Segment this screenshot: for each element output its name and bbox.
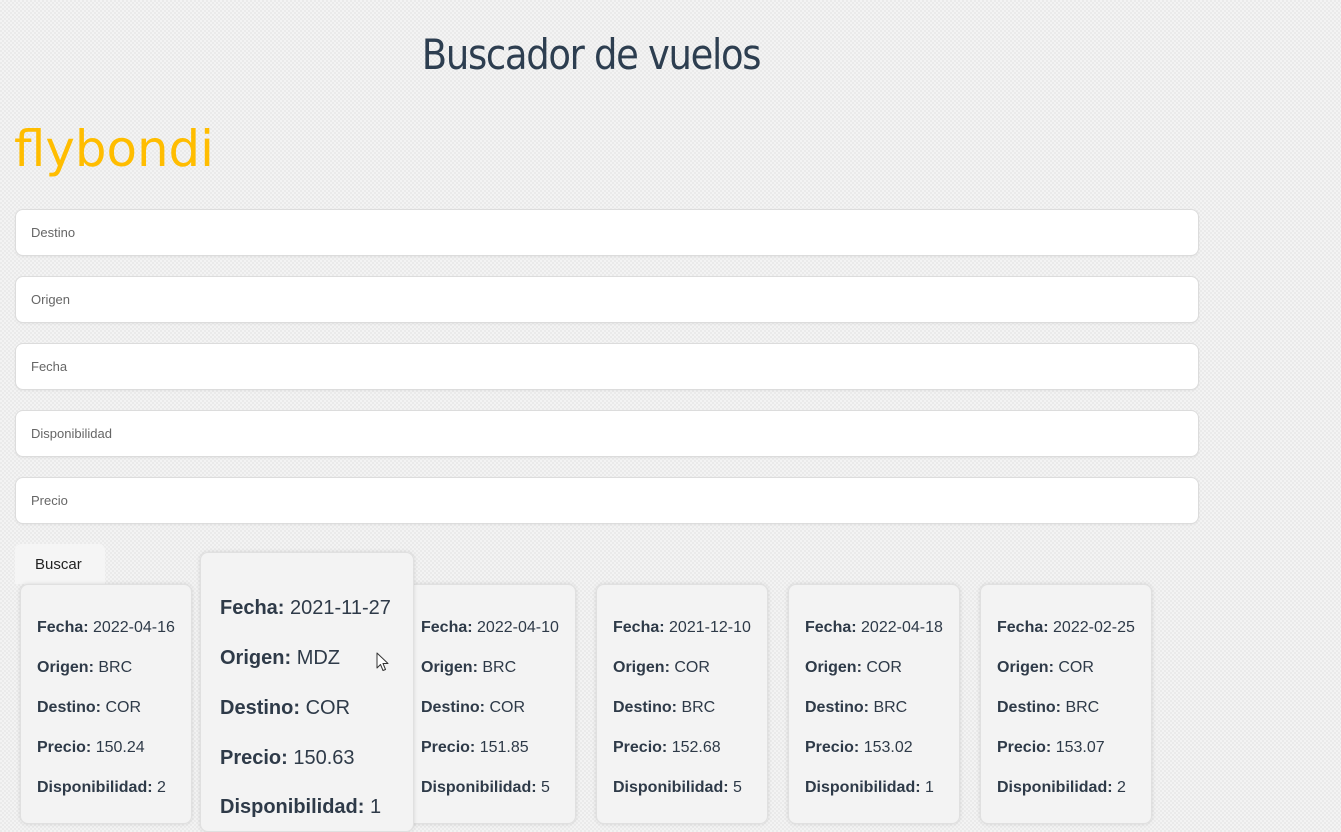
flight-card[interactable]: Fecha: 2022-04-18 Origen: COR Destino: B… [788, 584, 960, 824]
destino-label: Destino: [421, 699, 485, 716]
destino-label: Destino: [997, 699, 1061, 716]
destino-label: Destino: [805, 699, 869, 716]
origen-label: Origen: [220, 647, 292, 669]
precio-value: 150.63 [293, 747, 355, 769]
precio-label: Precio: [613, 739, 668, 756]
origen-label: Origen: [421, 659, 478, 676]
search-form [15, 209, 1199, 544]
fecha-value: 2021-12-10 [669, 619, 751, 636]
destino-value: COR [305, 697, 351, 719]
flight-card[interactable]: Fecha: 2021-12-10 Origen: COR Destino: B… [596, 584, 768, 824]
disponibilidad-label: Disponibilidad: [220, 796, 365, 818]
disponibilidad-value: 1 [370, 796, 382, 818]
destino-value: COR [105, 699, 142, 716]
disponibilidad-label: Disponibilidad: [997, 779, 1113, 796]
disponibilidad-value: 2 [1117, 779, 1126, 796]
origen-input[interactable] [15, 276, 1199, 323]
destino-label: Destino: [220, 697, 300, 719]
logo-text: flybondi [14, 120, 214, 178]
origen-value: BRC [482, 659, 517, 676]
precio-value: 153.02 [863, 739, 913, 756]
disponibilidad-value: 5 [541, 779, 550, 796]
origen-value: MDZ [296, 647, 341, 669]
destino-value: COR [489, 699, 526, 716]
precio-label: Precio: [805, 739, 860, 756]
destino-value: BRC [1065, 699, 1100, 716]
precio-value: 151.85 [479, 739, 529, 756]
fecha-label: Fecha: [37, 619, 89, 636]
flybondi-logo: flybondi [14, 120, 214, 178]
disponibilidad-value: 5 [733, 779, 742, 796]
origen-label: Origen: [997, 659, 1054, 676]
fecha-value: 2022-04-10 [477, 619, 559, 636]
fecha-label: Fecha: [997, 619, 1049, 636]
fecha-input[interactable] [15, 343, 1199, 390]
flight-card[interactable]: Fecha: 2022-04-16 Origen: BRC Destino: C… [20, 584, 192, 824]
destino-value: BRC [873, 699, 908, 716]
fecha-value: 2022-04-16 [93, 619, 175, 636]
destino-label: Destino: [613, 699, 677, 716]
origen-value: COR [674, 659, 710, 676]
disponibilidad-label: Disponibilidad: [37, 779, 153, 796]
destino-label: Destino: [37, 699, 101, 716]
search-button[interactable]: Buscar [15, 544, 105, 584]
precio-label: Precio: [37, 739, 92, 756]
fecha-label: Fecha: [421, 619, 473, 636]
flight-card-expanded[interactable]: Fecha: 2021-11-27 Origen: MDZ Destino: C… [200, 552, 414, 832]
precio-value: 150.24 [95, 739, 145, 756]
disponibilidad-label: Disponibilidad: [805, 779, 921, 796]
fecha-value: 2022-02-25 [1053, 619, 1135, 636]
precio-value: 153.07 [1055, 739, 1105, 756]
fecha-label: Fecha: [220, 597, 285, 619]
page-title: Buscador de vuelos [421, 30, 762, 79]
disponibilidad-value: 2 [157, 779, 166, 796]
fecha-value: 2022-04-18 [861, 619, 943, 636]
disponibilidad-input[interactable] [15, 410, 1199, 457]
origen-value: COR [866, 659, 902, 676]
flight-card[interactable]: Fecha: 2022-04-10 Origen: BRC Destino: C… [404, 584, 576, 824]
disponibilidad-label: Disponibilidad: [613, 779, 729, 796]
origen-label: Origen: [613, 659, 670, 676]
mouse-cursor-icon [376, 652, 389, 671]
origen-value: BRC [98, 659, 133, 676]
precio-input[interactable] [15, 477, 1199, 524]
destino-input[interactable] [15, 209, 1199, 256]
fecha-value: 2021-11-27 [290, 597, 391, 619]
fecha-label: Fecha: [805, 619, 857, 636]
precio-label: Precio: [220, 747, 288, 769]
precio-label: Precio: [997, 739, 1052, 756]
fecha-label: Fecha: [613, 619, 665, 636]
origen-label: Origen: [805, 659, 862, 676]
precio-label: Precio: [421, 739, 476, 756]
origen-label: Origen: [37, 659, 94, 676]
origen-value: COR [1058, 659, 1094, 676]
precio-value: 152.68 [671, 739, 721, 756]
disponibilidad-value: 1 [925, 779, 934, 796]
flight-card[interactable]: Fecha: 2022-02-25 Origen: COR Destino: B… [980, 584, 1152, 824]
disponibilidad-label: Disponibilidad: [421, 779, 537, 796]
destino-value: BRC [681, 699, 716, 716]
